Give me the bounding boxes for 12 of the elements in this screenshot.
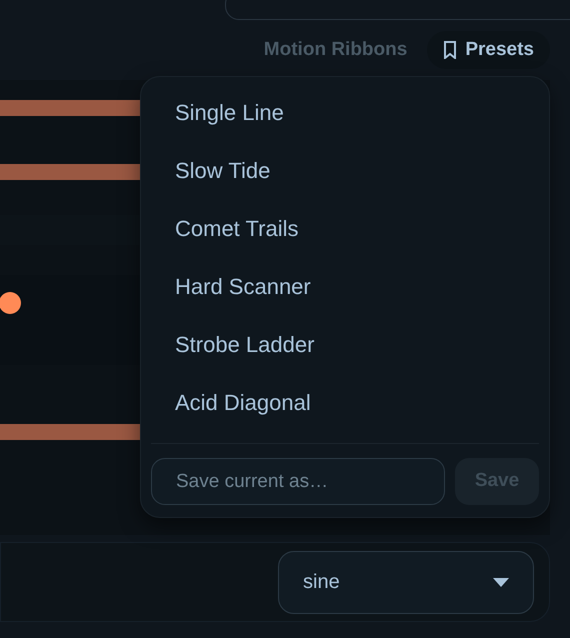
preset-name-field[interactable]: Save current as…	[151, 458, 445, 505]
preset-menu-item[interactable]: Strobe Ladder	[175, 331, 515, 359]
bookmark-icon	[443, 41, 458, 59]
panel-title: Motion Ribbons	[264, 38, 408, 62]
preset-menu-item[interactable]: Comet Trails	[175, 215, 515, 243]
waveform-select[interactable]: sine	[278, 550, 534, 614]
preset-menu-item[interactable]: Acid Diagonal	[175, 389, 515, 417]
presets-button[interactable]: Presets	[427, 31, 550, 69]
caret-icon	[493, 578, 509, 586]
preset-menu-item[interactable]: Hard Scanner	[175, 273, 515, 301]
preset-menu-item[interactable]: Single Line	[175, 99, 515, 127]
preset-menu-item[interactable]: Slow Tide	[175, 157, 515, 185]
